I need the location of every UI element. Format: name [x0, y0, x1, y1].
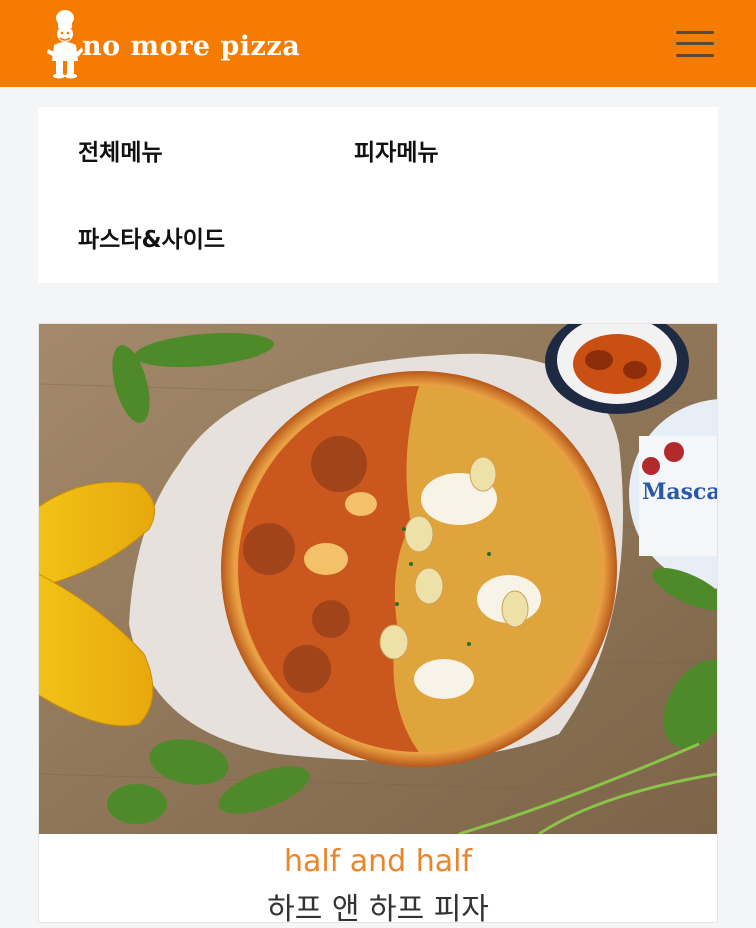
category-pizza-menu[interactable]: 피자메뉴	[354, 133, 439, 167]
product-name-kr: 하프 앤 하프 피자	[267, 892, 489, 927]
site-header: no more pizza	[0, 0, 756, 87]
product-name-en: half and half	[283, 844, 473, 879]
product-card[interactable]: Masca half and half 하프 앤 하프 피자	[38, 323, 718, 927]
menu-line	[676, 42, 714, 45]
hamburger-menu-icon[interactable]	[676, 27, 714, 61]
brand-logo[interactable]: no more pizza	[46, 9, 300, 79]
tub-label: Masca	[642, 479, 717, 505]
category-menu: 전체메뉴 피자메뉴 파스타&사이드	[38, 107, 718, 283]
menu-line	[676, 53, 714, 57]
brand-name: no more pizza	[82, 31, 301, 62]
menu-line	[676, 30, 714, 34]
category-all-menu[interactable]: 전체메뉴	[78, 133, 163, 167]
pizza-photo[interactable]: Masca	[39, 324, 717, 834]
chef-mascot-icon	[47, 9, 83, 78]
category-pasta-side[interactable]: 파스타&사이드	[78, 220, 225, 254]
